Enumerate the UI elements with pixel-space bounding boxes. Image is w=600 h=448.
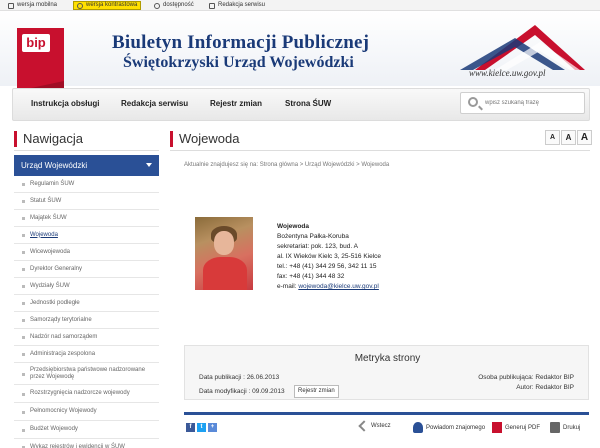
contact-name: Bożentyna Pałka-Koruba [277, 233, 349, 240]
search-icon[interactable] [468, 97, 478, 107]
pdf-icon [492, 422, 502, 433]
generate-pdf-button[interactable]: Generuj PDF [492, 422, 540, 433]
page-title-divider [170, 150, 590, 151]
notify-friend-button[interactable]: Powiadom znajomego [413, 422, 485, 433]
contrast-version-label: wersja kontrastowa [86, 2, 138, 8]
accessibility-icon [154, 2, 160, 9]
contact-phone: tel.: +48 (41) 344 29 56, 342 11 15 [277, 263, 377, 270]
change-register-button[interactable]: Rejestr zmian [294, 385, 339, 398]
sidebar-item[interactable]: Pełnomocnicy Wojewody [14, 403, 159, 421]
sidebar-item[interactable]: Przedsiębiorstwa państwowe nadzorowane p… [14, 363, 159, 385]
utility-bar: wersja mobilna wersja kontrastowa dostęp… [0, 0, 600, 11]
mobile-icon [8, 2, 14, 9]
publisher-info: Osoba publikująca: Redaktor BIP [478, 374, 574, 381]
generate-pdf-label: Generuj PDF [505, 424, 541, 431]
nav-item-redakcja[interactable]: Redakcja serwisu [121, 99, 188, 108]
sidebar-item[interactable]: Regulamin ŚUW [14, 176, 159, 193]
search-box [460, 92, 585, 114]
envelope-icon [209, 2, 215, 9]
breadcrumb: Aktualnie znajdujesz się na: Strona głów… [184, 162, 390, 168]
sidebar-item[interactable]: Majątek ŚUW [14, 210, 159, 227]
roof-graphic-icon [460, 25, 585, 70]
contact-email-label: e-mail: [277, 283, 299, 290]
sidebar-heading: Nawigacja [14, 131, 83, 147]
accessibility-link[interactable]: dostępność [154, 1, 194, 10]
sidebar-item[interactable]: Rozstrzygnięcia nadzorcze wojewody [14, 385, 159, 403]
nav-item-instrukcja[interactable]: Instrukcja obsługi [31, 99, 99, 108]
sidebar-list: Regulamin ŚUW Statut ŚUW Majątek ŚUW Woj… [14, 176, 159, 448]
accessibility-label: dostępność [163, 2, 194, 8]
printer-icon [550, 422, 560, 433]
author-info: Autor: Redaktor BIP [516, 384, 574, 391]
font-size-small-button[interactable]: A [545, 130, 560, 145]
sidebar-item[interactable]: Wydziały ŚUW [14, 278, 159, 295]
sidebar-item-current[interactable]: Wojewoda [14, 227, 159, 244]
portrait-face [214, 231, 234, 255]
people-icon [413, 422, 423, 433]
contact-office: sekretariat: pok. 123, bud. A [277, 243, 358, 250]
nav-item-strona-suw[interactable]: Strona ŚUW [285, 99, 331, 108]
contact-email-link[interactable]: wojewoda@kielce.uw.gov.pl [298, 283, 379, 290]
sidebar-item-urzad-wojewodzki[interactable]: Urząd Wojewódzki [14, 155, 159, 176]
site-title: Biuletyn Informacji Publicznej [112, 32, 370, 53]
eye-icon [77, 2, 83, 9]
mobile-version-label: wersja mobilna [17, 2, 58, 8]
modification-date: Data modyfikacji : 09.09.2013 [199, 388, 285, 395]
facebook-icon[interactable]: f [186, 423, 195, 432]
sidebar-item[interactable]: Wykaz rejestrów i ewidencji w ŚUW [14, 439, 159, 448]
footer-divider [184, 412, 589, 415]
sidebar-heading-divider [14, 150, 159, 151]
chevron-down-icon [146, 163, 152, 167]
page-title: Wojewoda [170, 131, 239, 147]
sidebar-item[interactable]: Wicewojewoda [14, 244, 159, 261]
sidebar-item[interactable]: Administracja zespolona [14, 346, 159, 363]
site-subtitle: Świętokrzyski Urząd Wojewódzki [123, 54, 354, 71]
mobile-version-link[interactable]: wersja mobilna [8, 1, 57, 10]
site-url: www.kielce.uw.gov.pl [469, 68, 546, 78]
contact-title: Wojewoda [277, 223, 310, 230]
twitter-icon[interactable]: t [197, 423, 206, 432]
back-button[interactable]: Wstecz [358, 420, 391, 432]
font-size-large-button[interactable]: A [577, 130, 592, 145]
sidebar-item[interactable]: Statut ŚUW [14, 193, 159, 210]
editorial-label: Redakcja serwisu [218, 2, 266, 8]
sidebar-item[interactable]: Samorządy terytorialne [14, 312, 159, 329]
sidebar-item[interactable]: Jednostki podległe [14, 295, 159, 312]
share-icon[interactable]: + [208, 423, 217, 432]
sidebar-item[interactable]: Budżet Wojewody [14, 421, 159, 439]
contact-info: Wojewoda Bożentyna Pałka-Koruba sekretar… [277, 222, 381, 292]
contact-email-row: e-mail: wojewoda@kielce.uw.gov.pl [277, 282, 381, 292]
site-header: bip Biuletyn Informacji Publicznej Święt… [0, 11, 600, 91]
sidebar-item[interactable]: Nadzór nad samorządem [14, 329, 159, 346]
contrast-version-link[interactable]: wersja kontrastowa [73, 1, 142, 10]
back-label: Wstecz [371, 423, 391, 429]
font-size-medium-button[interactable]: A [561, 130, 576, 145]
print-button[interactable]: Drukuj [550, 422, 580, 433]
bip-logo[interactable]: bip [17, 28, 64, 91]
editorial-link[interactable]: Redakcja serwisu [209, 1, 265, 10]
contact-address: al. IX Wieków Kielc 3, 25-516 Kielce [277, 253, 382, 260]
sidebar-item[interactable]: Dyrektor Generalny [14, 261, 159, 278]
contact-card: Wojewoda Bożentyna Pałka-Koruba sekretar… [184, 198, 589, 343]
notify-friend-label: Powiadom znajomego [426, 424, 486, 431]
contact-fax: fax: +48 (41) 344 48 32 [277, 273, 345, 280]
publication-date: Data publikacji : 26.06.2013 [199, 374, 280, 381]
bip-logo-text: bip [22, 34, 50, 52]
sidebar-active-label: Urząd Wojewódzki [21, 161, 88, 170]
page-metadata-box: Metryka strony Data publikacji : 26.06.2… [184, 345, 589, 400]
print-label: Drukuj [563, 424, 581, 431]
portrait-photo [195, 217, 253, 290]
portrait-body [203, 257, 247, 290]
nav-item-rejestr[interactable]: Rejestr zmian [210, 99, 262, 108]
metadata-title: Metryka strony [354, 353, 421, 364]
search-input[interactable] [485, 97, 580, 109]
back-arrow-icon [358, 420, 370, 432]
